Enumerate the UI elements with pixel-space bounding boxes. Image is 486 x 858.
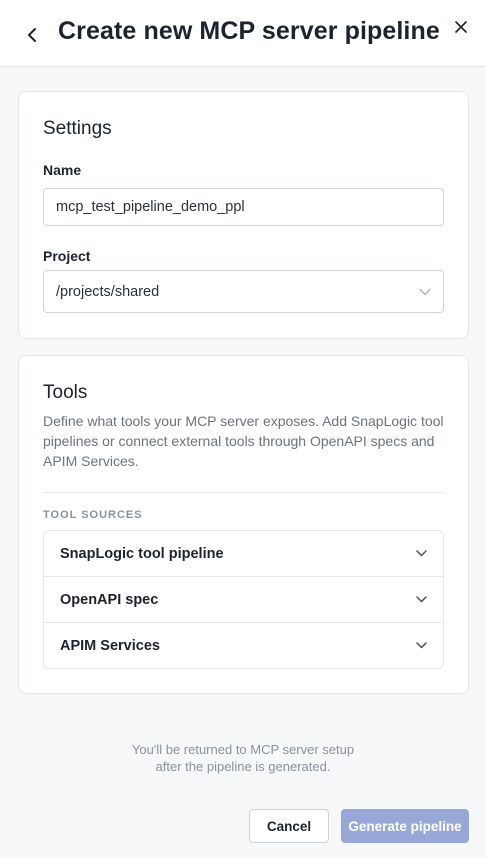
settings-card: Settings Name Project /projects/shared	[18, 91, 469, 339]
chevron-down-icon	[416, 642, 427, 649]
tool-source-snaplogic-pipeline[interactable]: SnapLogic tool pipeline	[44, 531, 443, 577]
tool-sources-list: SnapLogic tool pipeline OpenAPI spec API…	[43, 530, 444, 669]
tool-sources-label: TOOL SOURCES	[43, 509, 143, 521]
close-button[interactable]	[452, 18, 470, 36]
chevron-left-icon	[28, 28, 36, 42]
project-select[interactable]: /projects/shared	[43, 270, 444, 313]
dialog-header: Create new MCP server pipeline	[0, 0, 486, 67]
back-button[interactable]	[22, 24, 42, 46]
tool-source-openapi-spec[interactable]: OpenAPI spec	[44, 577, 443, 623]
cancel-button[interactable]: Cancel	[249, 809, 329, 843]
tools-description: Define what tools your MCP server expose…	[43, 413, 444, 469]
tool-source-apim-services[interactable]: APIM Services	[44, 623, 443, 668]
project-label: Project	[43, 248, 91, 264]
footer-note-line: You'll be returned to MCP server setup	[131, 742, 355, 757]
footer-note-line: after the pipeline is generated.	[155, 759, 331, 774]
project-select-value: /projects/shared	[56, 283, 160, 300]
settings-title: Settings	[43, 118, 112, 139]
tool-source-label: SnapLogic tool pipeline	[60, 545, 224, 562]
tools-title: Tools	[43, 382, 88, 403]
name-label: Name	[43, 162, 82, 178]
divider	[43, 492, 444, 493]
generate-pipeline-button[interactable]: Generate pipeline	[341, 809, 469, 843]
tool-source-label: APIM Services	[60, 637, 160, 654]
page-title: Create new MCP server pipeline	[58, 17, 440, 45]
tools-card: Tools Define what tools your MCP server …	[18, 355, 469, 694]
close-icon	[455, 21, 467, 33]
chevron-down-icon	[416, 596, 427, 603]
tool-source-label: OpenAPI spec	[60, 591, 159, 608]
name-input[interactable]	[43, 188, 444, 226]
footer-note: You'll be returned to MCP server setup a…	[0, 741, 486, 775]
chevron-down-icon	[419, 288, 431, 295]
chevron-down-icon	[416, 550, 427, 557]
